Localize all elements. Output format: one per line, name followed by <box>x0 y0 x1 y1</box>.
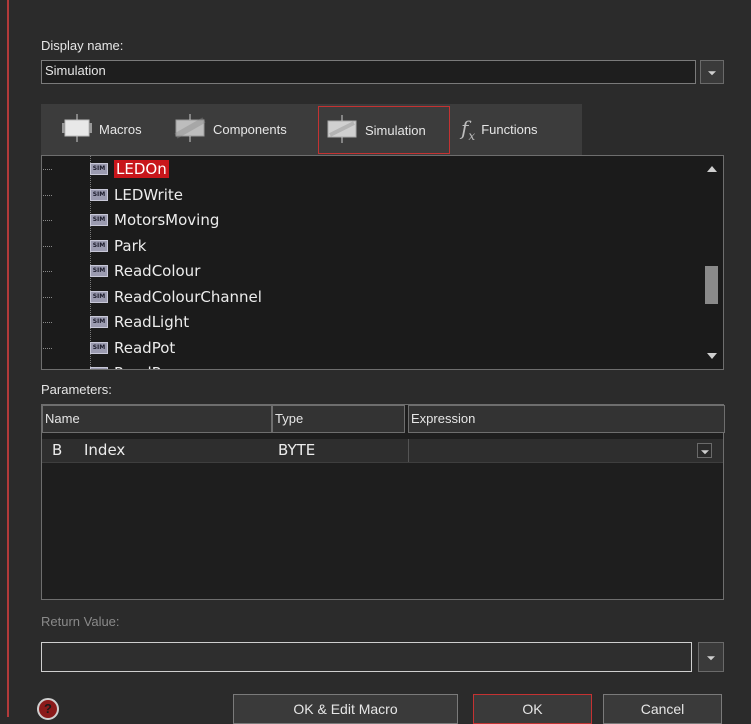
tree-connector <box>42 322 52 323</box>
parameters-label: Parameters: <box>41 382 112 397</box>
sim-macro-icon: SIM <box>90 341 108 354</box>
tab-macros-label: Macros <box>99 122 142 137</box>
tree-item[interactable]: SIM LEDOn <box>42 157 169 181</box>
return-value-dropdown-button[interactable] <box>698 642 724 672</box>
scroll-thumb[interactable] <box>705 266 718 304</box>
sim-macro-icon: SIM <box>90 239 108 252</box>
tree-item[interactable]: SIM Park <box>42 234 147 258</box>
sim-macro-icon: SIM <box>90 290 108 303</box>
chevron-down-icon <box>700 449 709 454</box>
column-header-name[interactable]: Name <box>42 405 272 433</box>
macro-type-tabs: Macros Components Simulation fx Function… <box>41 104 582 155</box>
scroll-down-icon[interactable] <box>707 353 717 359</box>
tree-item[interactable]: SIM ReadLight <box>42 310 190 334</box>
tab-functions-label: Functions <box>481 122 538 137</box>
tree-item-label: ReadProx <box>114 364 184 369</box>
scroll-up-icon[interactable] <box>707 166 717 172</box>
tree-connector <box>42 169 52 170</box>
functions-icon: fx <box>461 116 476 143</box>
tree-connector <box>42 245 52 247</box>
ok-button[interactable]: OK <box>473 694 592 724</box>
tree-item-label: ReadPot <box>114 338 176 357</box>
tree-item-label: ReadColourChannel <box>114 287 262 306</box>
return-value-label: Return Value: <box>41 614 120 629</box>
return-value-input[interactable] <box>41 642 692 672</box>
expression-dropdown-button[interactable] <box>697 443 712 458</box>
macros-icon <box>61 114 93 145</box>
column-header-expression[interactable]: Expression <box>408 405 725 433</box>
tab-simulation-label: Simulation <box>365 122 426 138</box>
tree-item-label: LEDWrite <box>114 185 183 204</box>
display-name-input[interactable]: Simulation <box>41 60 696 84</box>
parameters-grid: Name Type Expression B Index BYTE <box>41 404 725 600</box>
table-row[interactable]: B Index BYTE <box>42 439 723 463</box>
tree-item[interactable]: SIM ReadPot <box>42 336 176 360</box>
tab-components[interactable]: Components <box>173 104 287 155</box>
simulation-icon <box>325 114 359 146</box>
tree-item-label: LEDOn <box>114 160 169 178</box>
ok-edit-macro-button[interactable]: OK & Edit Macro <box>233 694 458 724</box>
cancel-button[interactable]: Cancel <box>603 694 722 724</box>
tree-item-label: ReadColour <box>114 262 201 280</box>
tree-item-label: ReadLight <box>114 313 190 331</box>
chevron-down-icon <box>708 71 716 76</box>
sim-macro-icon: SIM <box>90 163 108 175</box>
param-expression-cell[interactable] <box>408 439 699 462</box>
tab-components-label: Components <box>213 122 287 137</box>
tree-connector <box>42 347 52 349</box>
tree-connector <box>42 271 52 272</box>
tree-connector <box>42 296 52 298</box>
column-header-type[interactable]: Type <box>272 405 405 433</box>
macro-tree[interactable]: SIM LEDOn SIM LEDWrite SIM MotorsMoving SIM Par… <box>41 155 724 370</box>
tab-simulation[interactable]: Simulation <box>318 106 450 154</box>
sim-macro-icon: SIM <box>90 316 108 328</box>
chevron-down-icon <box>707 656 715 661</box>
components-icon <box>173 114 207 145</box>
tree-scrollbar[interactable] <box>701 156 723 369</box>
tree-item[interactable]: SIM ReadProx <box>90 361 184 369</box>
tree-item-label: Park <box>114 236 147 255</box>
tree-item[interactable]: SIM MotorsMoving <box>42 208 220 232</box>
tree-item-label: MotorsMoving <box>114 211 220 229</box>
tree-item[interactable]: SIM ReadColourChannel <box>42 285 262 309</box>
param-type-cell[interactable]: BYTE <box>278 439 315 462</box>
display-name-dropdown-button[interactable] <box>700 60 724 84</box>
tree-connector <box>42 220 52 221</box>
sim-macro-icon: SIM <box>90 367 108 369</box>
window-left-border <box>0 0 9 717</box>
tree-item[interactable]: SIM LEDWrite <box>42 183 183 207</box>
sim-macro-icon: SIM <box>90 188 108 201</box>
param-name-cell[interactable]: Index <box>84 439 125 462</box>
tree-connector <box>42 194 52 196</box>
tab-macros[interactable]: Macros <box>61 104 142 155</box>
sim-macro-icon: SIM <box>90 265 108 277</box>
display-name-value: Simulation <box>45 63 106 78</box>
byte-type-icon: B <box>52 441 63 459</box>
display-name-label: Display name: <box>41 38 124 53</box>
tab-functions[interactable]: fx Functions <box>461 104 538 155</box>
tree-item[interactable]: SIM ReadColour <box>42 259 201 283</box>
sim-macro-icon: SIM <box>90 214 108 226</box>
